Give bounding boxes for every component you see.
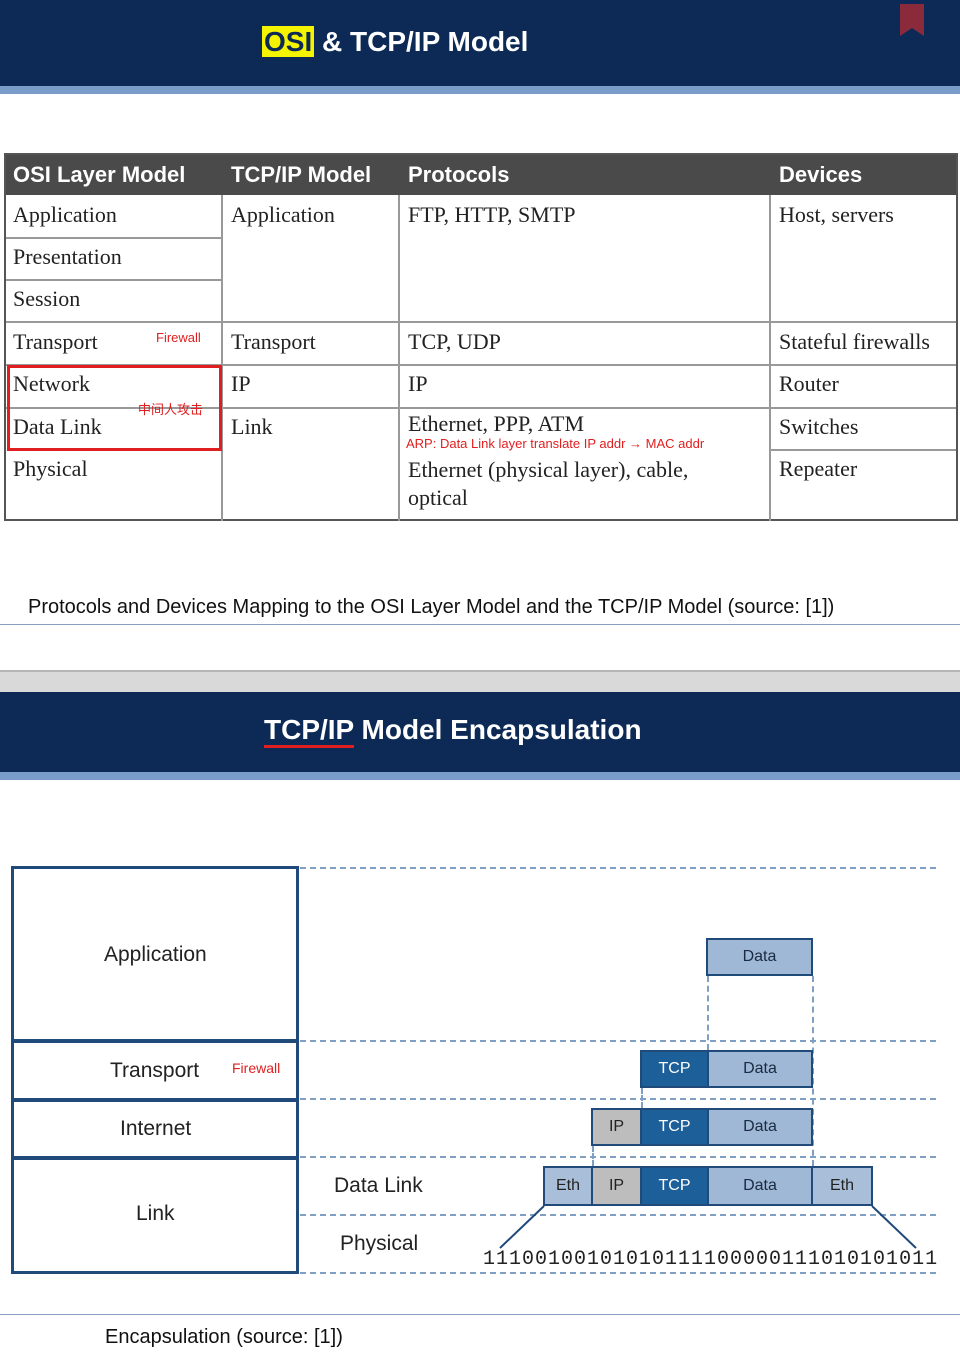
guide-line [300,1272,936,1274]
protocol-transport: TCP, UDP [408,329,501,354]
device-app: Host, servers [779,202,894,227]
caption-encap: Encapsulation (source: [1]) [105,1326,343,1348]
guide-vertical [592,1146,594,1166]
header-protocols: Protocols [408,162,510,187]
row-divider [6,279,221,281]
osi-session: Session [13,286,81,311]
device-physical: Repeater [779,456,858,481]
network-datalink-highlight [7,365,222,451]
guide-vertical [641,1088,643,1108]
title-rest: & TCP/IP Model [314,26,529,57]
header-banner-osi: OSI & TCP/IP Model [0,0,960,94]
layer-link-label: Link [136,1202,175,1225]
arp-note: ARP: Data Link layer translate IP addr →… [406,436,705,451]
protocol-ip: IP [408,371,428,396]
protocol-link: Ethernet, PPP, ATM [408,411,585,436]
page-title-encap: TCP/IP Model Encapsulation [264,714,642,748]
osi-application: Application [13,202,117,227]
layer-transport-label: Transport [110,1059,200,1082]
firewall-note: Firewall [156,330,201,345]
row-divider [398,407,956,409]
table-header: OSI Layer Model TCP/IP Model Protocols D… [6,155,956,195]
guide-line [300,1098,936,1100]
slide-separator [0,670,960,692]
osi-physical: Physical [13,456,88,481]
guide-line [300,1040,936,1042]
guide-line [300,1156,936,1158]
internet-tcp-cell: TCP [640,1108,709,1146]
device-link: Switches [779,414,859,439]
transport-data-cell: Data [707,1050,813,1088]
guide-line [300,867,936,869]
protocol-app: FTP, HTTP, SMTP [408,202,576,227]
protocol-physical-2: optical [408,485,468,510]
banner-stripe [0,772,960,780]
layer-internet-label: Internet [120,1117,192,1140]
header-devices: Devices [779,162,863,187]
header-banner-encap: TCP/IP Model Encapsulation [0,692,960,780]
caption-divider [0,624,960,625]
row-divider [6,237,221,239]
internet-ip-cell: IP [591,1108,642,1146]
internet-data-cell: Data [707,1108,813,1146]
caption-osi: Protocols and Devices Mapping to the OSI… [28,596,835,618]
title-underlined: TCP/IP [264,714,354,748]
protocol-physical: Ethernet (physical layer), cable, [408,457,689,482]
row-divider [6,321,956,323]
col-divider [398,195,400,521]
row-divider [221,407,398,409]
app-data-cell: Data [706,938,813,976]
col-divider [221,195,223,521]
header-tcpip: TCP/IP Model [231,162,372,187]
tcpip-transport: Transport [231,329,316,354]
row-divider [769,449,956,451]
col-divider [769,195,771,521]
bookmark-icon[interactable] [900,4,924,36]
device-transport: Stateful firewalls [779,329,930,354]
osi-mapping-table: OSI Layer Model TCP/IP Model Protocols D… [4,153,958,521]
transport-tcp-cell: TCP [640,1050,709,1088]
tcpip-application: Application [231,202,335,227]
caption-divider-2 [0,1314,960,1315]
firewall-note-2: Firewall [232,1060,281,1076]
title-rest: Model Encapsulation [353,714,642,745]
tcpip-ip: IP [231,371,251,396]
layer-application-label: Application [104,943,207,966]
guide-vertical [707,976,709,1050]
sublayer-data-link: Data Link [334,1174,423,1197]
bit-stream: 11100100101010111100000111010101011 [483,1248,939,1271]
device-ip: Router [779,371,839,396]
page-title-osi: OSI & TCP/IP Model [262,26,528,58]
sublayer-physical: Physical [340,1232,419,1255]
osi-transport: Transport [13,329,98,354]
header-osi: OSI Layer Model [13,162,186,187]
osi-presentation: Presentation [13,244,122,269]
title-highlight: OSI [262,26,315,57]
tcpip-link: Link [231,414,273,439]
banner-stripe [0,86,960,94]
